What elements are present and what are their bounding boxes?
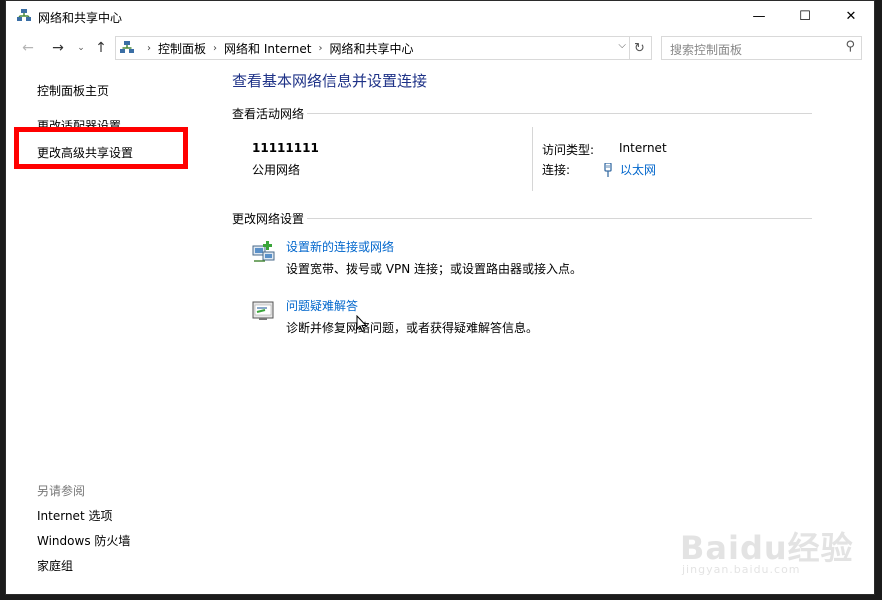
breadcrumb-separator-icon[interactable]: › <box>318 43 322 54</box>
ethernet-link[interactable]: 以太网 <box>620 161 656 178</box>
address-bar[interactable]: › 控制面板 › 网络和 Internet › 网络和共享中心 ⌵ <box>115 36 630 60</box>
mouse-cursor-icon <box>356 315 368 333</box>
access-type-value: Internet <box>619 141 667 155</box>
recent-locations-button[interactable]: ⌄ <box>71 38 91 58</box>
control-panel-icon <box>120 41 134 53</box>
section-divider <box>307 113 812 114</box>
setup-new-connection-link[interactable]: 设置新的连接或网络 <box>286 238 394 255</box>
breadcrumb-separator-icon[interactable]: › <box>213 43 217 54</box>
sidebar-item-control-panel-home[interactable]: 控制面板主页 <box>37 82 109 99</box>
left-pane: 控制面板主页 更改适配器设置 更改高级共享设置 另请参阅 Internet 选项… <box>6 65 216 595</box>
search-placeholder: 搜索控制面板 <box>670 43 743 57</box>
troubleshoot-desc: 诊断并修复网络问题，或者获得疑难解答信息。 <box>286 321 539 335</box>
minimize-button[interactable]: — <box>736 1 782 32</box>
change-settings-heading: 更改网络设置 <box>232 212 305 226</box>
network-icon <box>17 9 31 21</box>
see-also-homegroup[interactable]: 家庭组 <box>37 557 73 574</box>
see-also-label: 另请参阅 <box>37 484 86 498</box>
setup-new-connection-desc: 设置宽带、拨号或 VPN 连接；或设置路由器或接入点。 <box>286 262 583 276</box>
watermark-url: jingyan.baidu.com <box>682 563 801 576</box>
search-input[interactable]: 搜索控制面板 ⚲ <box>661 36 862 60</box>
sidebar-item-change-adapter-settings[interactable]: 更改适配器设置 <box>37 117 121 127</box>
breadcrumb-control-panel[interactable]: 控制面板 <box>158 40 206 57</box>
connections-link[interactable]: 以太网 <box>602 161 656 178</box>
refresh-button[interactable]: ↻ <box>628 36 652 60</box>
red-highlight-box <box>14 127 188 169</box>
access-type-label: 访问类型: <box>542 143 595 157</box>
troubleshoot-icon[interactable] <box>251 299 277 323</box>
new-connection-icon[interactable] <box>251 240 277 264</box>
title-bar: 网络和共享中心 — ☐ ✕ <box>6 1 874 32</box>
vertical-divider <box>532 127 533 191</box>
forward-button[interactable]: → <box>48 38 68 58</box>
breadcrumb-network-internet[interactable]: 网络和 Internet <box>224 40 311 57</box>
search-icon[interactable]: ⚲ <box>845 39 855 54</box>
see-also-internet-options[interactable]: Internet 选项 <box>37 507 112 524</box>
section-divider <box>307 218 812 219</box>
connections-label: 连接: <box>542 163 571 177</box>
breadcrumb-separator-icon[interactable]: › <box>147 43 151 54</box>
network-name: 11111111 <box>252 141 319 155</box>
close-button[interactable]: ✕ <box>828 1 874 32</box>
breadcrumb-network-sharing-center[interactable]: 网络和共享中心 <box>329 40 413 57</box>
see-also-windows-firewall[interactable]: Windows 防火墙 <box>37 532 130 549</box>
network-type: 公用网络 <box>252 163 301 177</box>
active-networks-heading: 查看活动网络 <box>232 107 305 121</box>
navigation-bar: ← → ⌄ ↑ › 控制面板 › 网络和 Internet › 网络和共享中心 … <box>6 34 874 62</box>
baidu-watermark-logo: Baidu经验 jingyan.baidu.com <box>678 501 853 581</box>
back-button[interactable]: ← <box>18 38 38 58</box>
chevron-down-icon[interactable]: ⌵ <box>618 40 626 51</box>
maximize-button[interactable]: ☐ <box>782 1 828 32</box>
window-title: 网络和共享中心 <box>38 11 123 25</box>
ethernet-icon <box>604 162 612 177</box>
network-sharing-center-window: 网络和共享中心 — ☐ ✕ ← → ⌄ ↑ › 控制面板 › 网络和 Inter… <box>5 0 875 595</box>
up-button[interactable]: ↑ <box>91 38 111 58</box>
page-title: 查看基本网络信息并设置连接 <box>232 72 428 90</box>
troubleshoot-link[interactable]: 问题疑难解答 <box>286 297 358 314</box>
